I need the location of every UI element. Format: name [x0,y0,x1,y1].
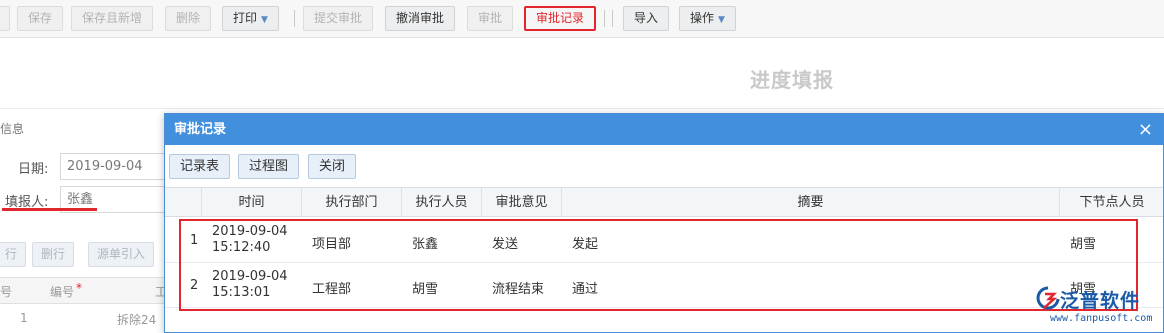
save-button[interactable]: 保存 [17,6,64,31]
col-summary[interactable]: 摘要 [562,188,1060,217]
source-import-button[interactable]: 源单引入 [88,242,155,267]
print-button-label: 打印 [233,11,258,25]
operation-button[interactable]: 操作 ▼ [679,6,736,31]
approval-records-button[interactable]: 审批记录 [524,6,597,31]
toolbar-divider [604,10,605,27]
dialog-title: 审批记录 [174,122,227,137]
brand-name: 泛普软件 [1060,290,1141,312]
bg-row-text: 拆除24 [117,313,157,327]
bg-row-no: 1 [20,311,28,325]
date-field[interactable]: 2019-09-04 [60,153,170,180]
page-title: 进度填报 [750,68,834,92]
records-grid-header: 时间 执行部门 执行人员 审批意见 摘要 下节点人员 [165,187,1163,217]
date-label: 日期: [18,162,49,177]
delete-row-button[interactable]: 删行 [32,242,75,267]
chevron-down-icon: ▼ [718,15,725,25]
brand-watermark: 泛普软件 www.fanpusoft.com [1036,286,1162,331]
import-button[interactable]: 导入 [623,6,670,31]
save-and-new-button[interactable]: 保存且新增 [71,6,154,31]
col-opinion[interactable]: 审批意见 [482,188,562,217]
dialog-header: 审批记录 [165,114,1163,145]
print-button[interactable]: 打印 ▼ [222,6,279,31]
fanpu-logo-icon [1036,286,1060,310]
toolbar-divider [612,10,613,27]
section-label: 信息 [0,122,25,136]
close-icon[interactable]: × [1138,114,1153,145]
approval-records-dialog: 审批记录 × 记录表 过程图 关闭 时间 执行部门 执行人员 审批意见 摘要 下… [164,113,1164,333]
background-grid-header: 号 编号 * 工 [0,277,170,304]
toolbar-divider [294,10,295,27]
submit-approval-button[interactable]: 提交审批 [303,6,374,31]
dialog-toolbar: 记录表 过程图 关闭 [165,145,1163,185]
process-diagram-button[interactable]: 过程图 [238,154,300,179]
delete-button[interactable]: 删除 [165,6,212,31]
close-button[interactable]: 关闭 [308,154,357,179]
col-next-person[interactable]: 下节点人员 [1060,188,1164,217]
record-table-button[interactable]: 记录表 [169,154,231,179]
operation-button-label: 操作 [690,11,715,25]
col-person[interactable]: 执行人员 [402,188,482,217]
toolbar-button-partial[interactable] [0,6,10,31]
main-toolbar: 保存 保存且新增 删除 打印 ▼ 提交审批 撤消审批 审批 审批记录 导入 操作 ▼ [0,0,1164,38]
revoke-approval-button[interactable]: 撤消审批 [385,6,456,31]
chevron-down-icon: ▼ [261,15,268,25]
section-divider [0,108,1164,109]
brand-url: www.fanpusoft.com [1050,313,1153,324]
reporter-highlight-underline [2,208,97,211]
rows-highlight-box [179,219,1138,311]
col-dept[interactable]: 执行部门 [302,188,402,217]
bg-header-no: 号 [0,285,13,299]
col-rownum [165,188,202,217]
add-row-button[interactable]: 行 [0,242,27,267]
bg-header-code: 编号 [50,285,75,299]
required-mark: * [76,281,82,295]
col-time[interactable]: 时间 [202,188,302,217]
approve-button[interactable]: 审批 [467,6,514,31]
